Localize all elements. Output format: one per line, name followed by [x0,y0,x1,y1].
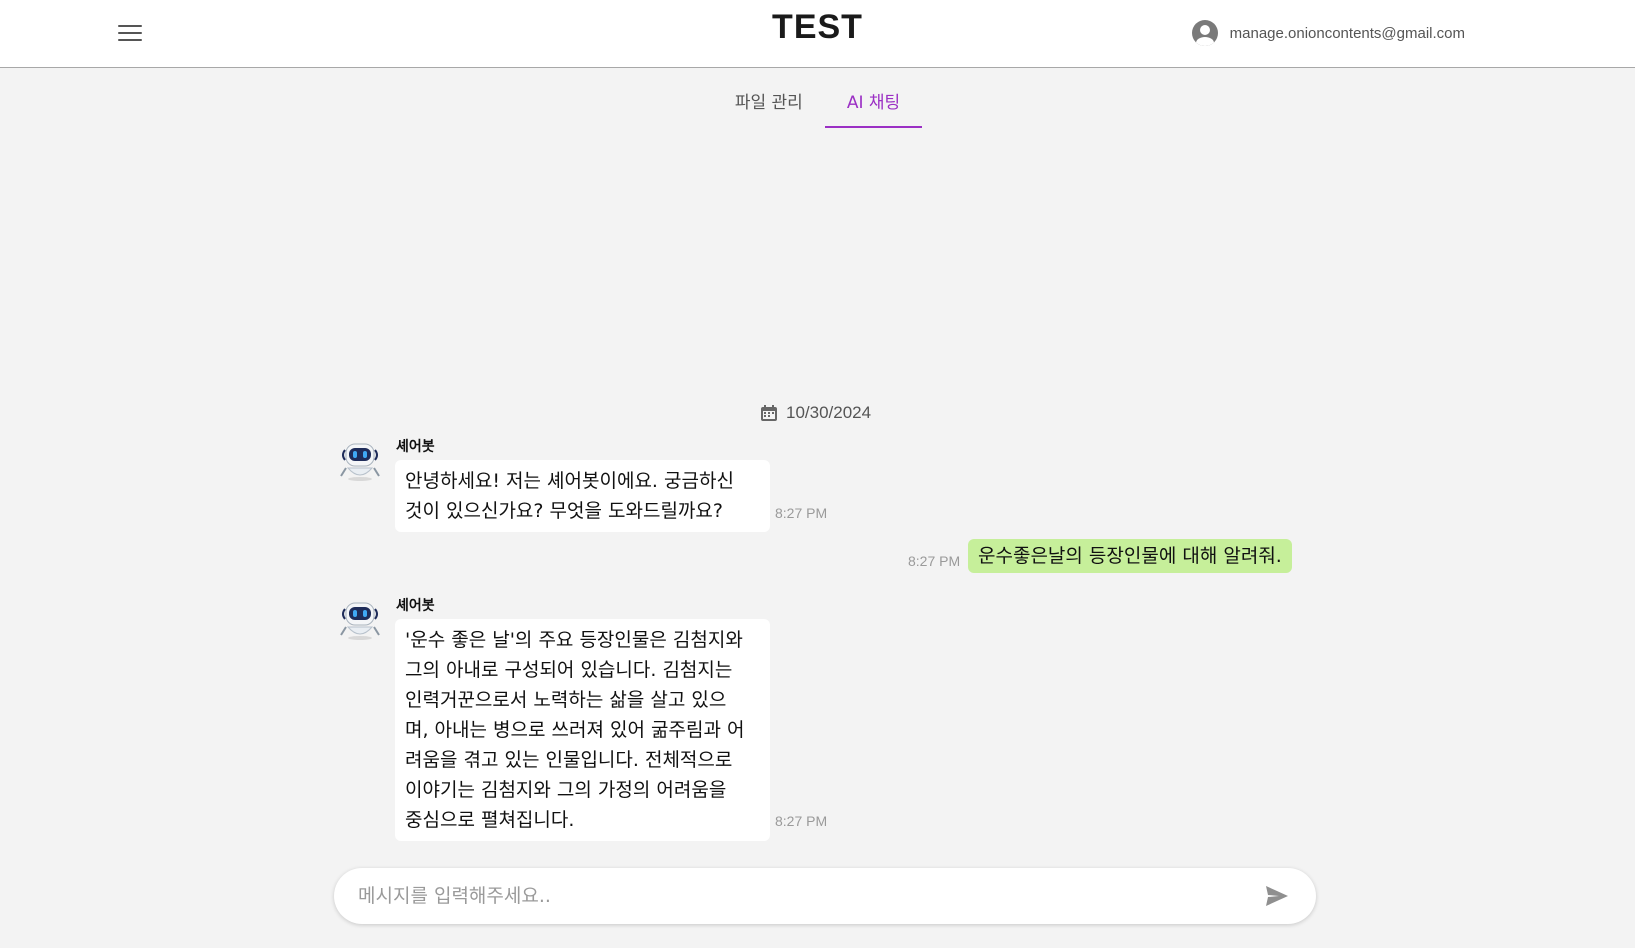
message-line: 인력거꾼으로서 노력하는 삶을 살고 있으 [405,689,727,711]
message-time: 8:27 PM [775,813,828,829]
chat-date: 10/30/2024 [786,403,872,422]
chat-date-divider: 10/30/2024 [760,400,871,426]
account-email: manage.onioncontents@gmail.com [1229,24,1465,42]
bot-message-bubble: 안녕하세요! 저는 셰어봇이에요. 궁금하신 것이 있으신가요? 무엇을 도와드… [395,460,770,532]
bot-sender-name: 셰어봇 [396,598,435,614]
bot-avatar-icon [338,438,382,482]
account-menu[interactable]: manage.onioncontents@gmail.com [1191,19,1465,47]
message-line: 안녕하세요! 저는 셰어봇이에요. 궁금하신 [405,470,734,492]
bot-avatar-icon [338,597,382,641]
send-icon[interactable] [1264,884,1290,908]
calendar-icon [760,404,778,422]
message-time: 8:27 PM [908,553,961,569]
message-time: 8:27 PM [775,505,828,521]
tab-ai-chat[interactable]: AI 채팅 [824,80,923,128]
message-line: 려움을 겪고 있는 인물입니다. 전체적으로 [405,749,733,771]
message-line: 이야기는 김첨지와 그의 가정의 어려움을 [405,779,727,801]
bot-message-bubble: '운수 좋은 날'의 주요 등장인물은 김첨지와 그의 아내로 구성되어 있습니… [395,619,770,841]
message-line: 며, 아내는 병으로 쓰러져 있어 굶주림과 어 [405,719,745,741]
message-line: 중심으로 펼쳐집니다. [405,809,575,831]
message-line: 것이 있으신가요? 무엇을 도와드릴까요? [405,500,723,522]
message-line: 그의 아내로 구성되어 있습니다. 김첨지는 [405,659,733,681]
tab-file-management[interactable]: 파일 관리 [713,80,825,128]
user-message-bubble: 운수좋은날의 등장인물에 대해 알려줘. [968,539,1292,573]
account-circle-icon [1191,20,1218,46]
tab-bar: 파일 관리 AI 채팅 [0,80,1635,128]
message-input[interactable] [358,878,1238,914]
message-line: '운수 좋은 날'의 주요 등장인물은 김첨지와 [405,629,743,651]
message-composer [334,868,1316,924]
top-app-bar: TEST manage.onioncontents@gmail.com [0,0,1635,68]
bot-sender-name: 셰어봇 [396,439,435,455]
